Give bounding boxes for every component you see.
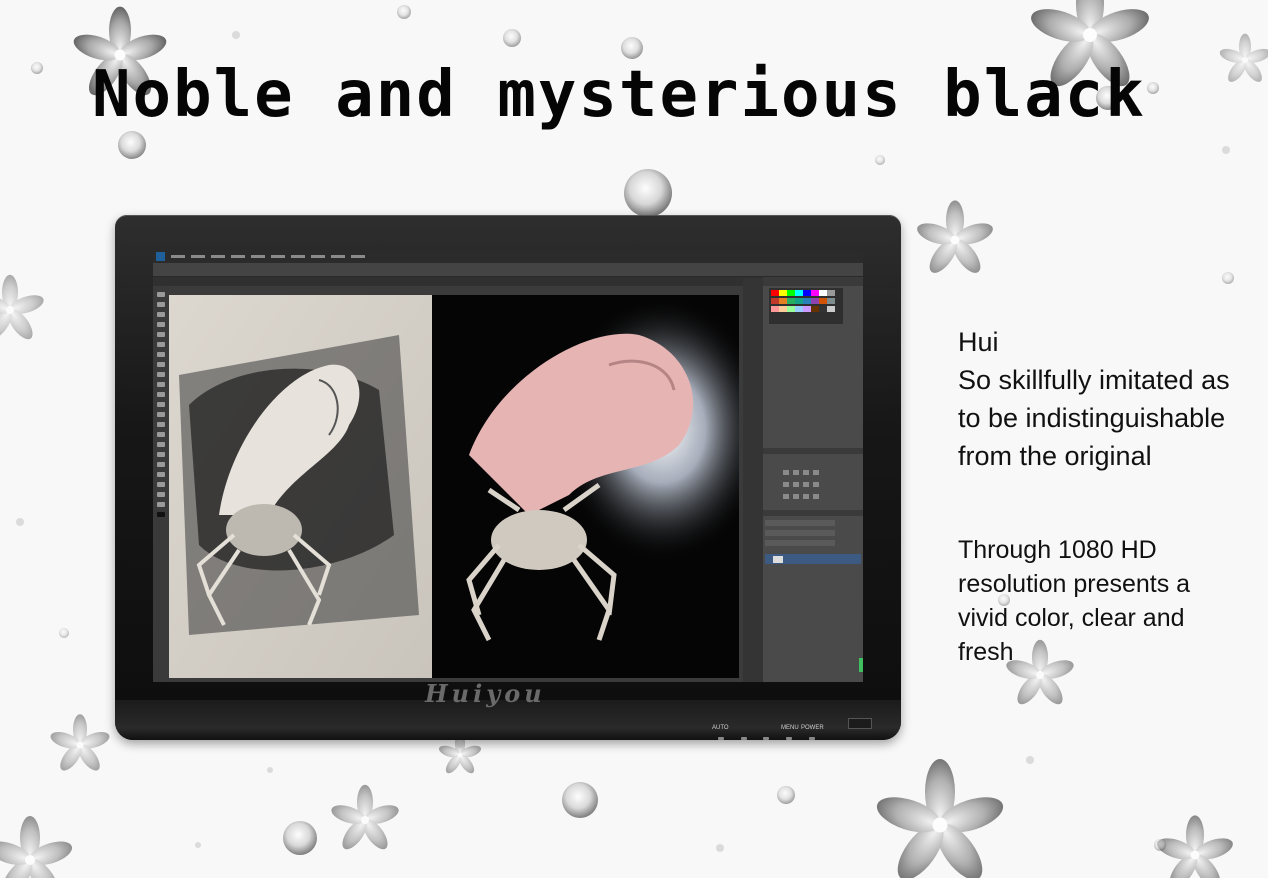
feature-2-line-1: Through 1080 HD [958,536,1157,564]
feature-2-line-2: resolution presents a [958,570,1191,598]
menu-button-label: MENU [781,725,799,731]
editor-canvas [169,295,739,678]
monitor-display: Huiyou AUTO MENU POWER [115,215,901,740]
editor-collapsed-panels [743,278,763,682]
app-logo-icon [156,252,165,261]
sketch-image [169,295,432,678]
feature-1-line-1: Hui [958,327,999,357]
power-indicator [848,718,872,729]
feature-2-line-3: vivid color, clear and [958,604,1185,632]
menu-button[interactable] [786,737,792,740]
editor-document-tabs [153,277,763,286]
monitor-screen [153,250,863,682]
editor-toolbox [153,286,169,682]
auto-button[interactable] [718,737,724,740]
editor-menubar [153,250,863,263]
brand-logo: Huiyou [425,679,546,708]
crab-photo [432,295,739,678]
minus-button[interactable] [741,737,747,740]
feature-1-line-2: So skillfully imitated as [958,365,1230,395]
power-button[interactable] [809,737,815,740]
plus-button[interactable] [763,737,769,740]
swatches-panel [769,288,843,324]
editor-options-bar [153,263,863,277]
feature-2-line-4: fresh [958,638,1014,666]
editor-side-panels [763,278,863,682]
feature-1-line-4: from the original [958,441,1152,471]
power-button-label: POWER [801,725,824,731]
auto-button-label: AUTO [712,725,729,731]
feature-description-2: Through 1080 HD resolution presents a vi… [958,533,1268,669]
page-headline: Noble and mysterious black [92,58,1146,132]
feature-1-line-3: to be indistinguishable [958,403,1226,433]
feature-description-1: Hui So skillfully imitated as to be indi… [958,323,1268,475]
